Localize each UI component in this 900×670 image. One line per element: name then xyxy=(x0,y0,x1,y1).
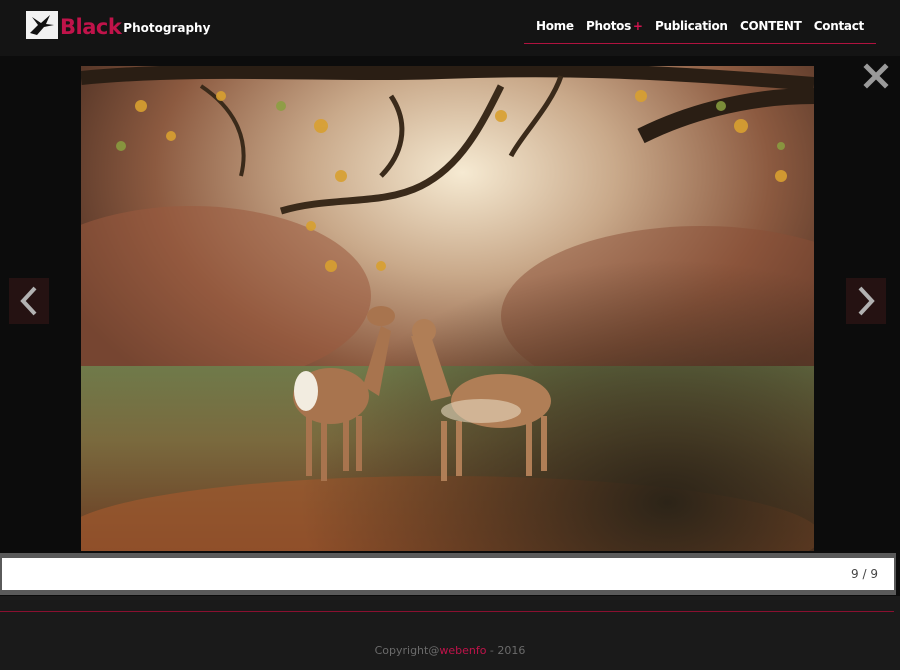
lightbox-caption-bar: 9 / 9 xyxy=(0,553,896,595)
nav-label: Home xyxy=(536,19,574,33)
caption-panel: 9 / 9 xyxy=(2,558,894,590)
image-counter: 9 / 9 xyxy=(851,567,878,581)
page: Black Photography Home Photos + Publicati… xyxy=(0,0,900,670)
next-image-button[interactable] xyxy=(846,278,886,324)
nav-label: Photos xyxy=(586,19,631,33)
close-icon xyxy=(863,63,889,89)
nav-item-photos[interactable]: Photos + xyxy=(586,12,643,43)
copyright-prefix: Copyright@ xyxy=(374,644,440,657)
brand-name-rest: Photography xyxy=(123,21,211,35)
nav-item-content[interactable]: CONTENT xyxy=(740,12,802,43)
nav-label: Contact xyxy=(813,19,864,33)
site-header: Black Photography Home Photos + Publicati… xyxy=(0,0,900,56)
site-footer: Copyright@webenfo - 2016 xyxy=(0,644,900,657)
nav-item-contact[interactable]: Contact xyxy=(814,12,864,43)
copyright-suffix: - 2016 xyxy=(486,644,526,657)
footer-divider xyxy=(0,611,894,612)
chevron-right-icon xyxy=(858,286,875,316)
site-logo[interactable]: Black Photography xyxy=(26,9,210,39)
chevron-left-icon xyxy=(20,286,37,316)
lightbox-image xyxy=(81,66,814,551)
swallow-bird-icon xyxy=(26,11,58,39)
deer-in-forest-photo xyxy=(81,66,814,551)
nav-label: CONTENT xyxy=(739,19,802,33)
nav-item-home[interactable]: Home xyxy=(536,12,574,43)
submenu-plus-icon: + xyxy=(632,19,643,33)
main-nav: Home Photos + Publication CONTENT Contact xyxy=(524,12,876,44)
footer-link-webenfo[interactable]: webenfo xyxy=(439,644,486,657)
close-lightbox-button[interactable] xyxy=(862,62,890,90)
lightbox-overlay[interactable] xyxy=(0,56,900,596)
previous-image-button[interactable] xyxy=(9,278,49,324)
brand-name-accent: Black xyxy=(60,15,122,39)
nav-label: Publication xyxy=(654,19,728,33)
nav-item-publication[interactable]: Publication xyxy=(655,12,728,43)
